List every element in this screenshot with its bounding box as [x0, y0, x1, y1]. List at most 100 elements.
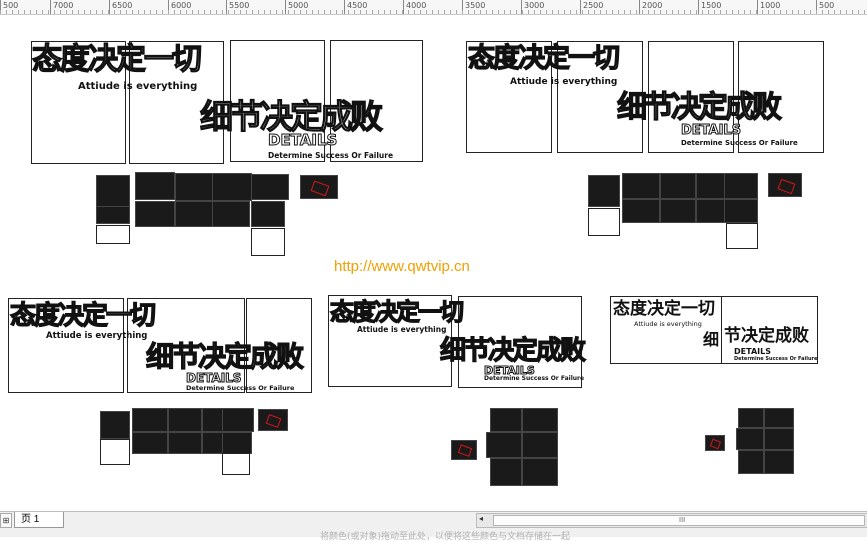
- component-tile[interactable]: [724, 199, 758, 223]
- ruler-minor-tick: [618, 10, 619, 14]
- title-chinese: 态度决定一切: [31, 42, 202, 77]
- ruler-tick-label: 7000: [53, 1, 74, 10]
- ruler-tick-label: 3500: [465, 1, 486, 10]
- drawing-canvas[interactable]: 态度决定一切 Attiude is everything 细节决定成败 DETA…: [0, 15, 867, 511]
- component-tile[interactable]: [258, 409, 288, 431]
- component-tile[interactable]: [222, 453, 250, 475]
- ruler-minor-tick: [438, 10, 439, 14]
- component-tile[interactable]: [736, 428, 764, 450]
- component-tile[interactable]: [132, 408, 168, 432]
- ruler-minor-tick: [156, 10, 157, 14]
- ruler-minor-tick: [342, 10, 343, 14]
- details-subtitle: Determine Success Or Failure: [268, 151, 394, 160]
- ruler-minor-tick: [456, 10, 457, 14]
- ruler-minor-tick: [846, 10, 847, 14]
- ruler-minor-tick: [630, 10, 631, 14]
- component-tile[interactable]: [622, 199, 660, 223]
- ruler-minor-tick: [0, 10, 1, 14]
- component-tile[interactable]: [522, 408, 558, 432]
- ruler-tick-mark: [757, 0, 758, 14]
- component-tile[interactable]: [768, 173, 802, 197]
- component-tile[interactable]: [96, 206, 130, 224]
- ruler-minor-tick: [516, 10, 517, 14]
- page-nav-button[interactable]: ⊞: [0, 513, 12, 528]
- component-tile[interactable]: [724, 173, 758, 199]
- component-tile[interactable]: [251, 228, 285, 256]
- horizontal-scrollbar[interactable]: ◂ III: [476, 513, 867, 528]
- component-tile[interactable]: [132, 432, 168, 454]
- component-tile[interactable]: [212, 173, 252, 201]
- component-tile[interactable]: [490, 458, 522, 486]
- scroll-left-icon[interactable]: ◂: [479, 514, 483, 523]
- ruler-minor-tick: [288, 10, 289, 14]
- component-tile[interactable]: [300, 175, 338, 199]
- ruler-minor-tick: [54, 10, 55, 14]
- component-tile[interactable]: [251, 201, 285, 227]
- ruler-minor-tick: [66, 10, 67, 14]
- component-tile[interactable]: [588, 175, 620, 207]
- ruler-minor-tick: [594, 10, 595, 14]
- component-tile[interactable]: [588, 208, 620, 236]
- ruler-minor-tick: [90, 10, 91, 14]
- component-tile[interactable]: [764, 450, 794, 474]
- component-tile[interactable]: [175, 201, 213, 227]
- component-tile[interactable]: [490, 408, 522, 432]
- component-tile[interactable]: [222, 432, 252, 454]
- component-tile[interactable]: [212, 201, 250, 227]
- component-tile[interactable]: [96, 225, 130, 244]
- ruler-minor-tick: [192, 10, 193, 14]
- ruler-minor-tick: [378, 10, 379, 14]
- details-subtitle: Determine Success Or Failure: [484, 375, 585, 382]
- component-tile[interactable]: [738, 450, 764, 474]
- ruler-minor-tick: [606, 10, 607, 14]
- ruler-minor-tick: [780, 10, 781, 14]
- ruler-minor-tick: [558, 10, 559, 14]
- ruler-tick-label: 6000: [171, 1, 192, 10]
- details-word: DETAILS: [185, 371, 242, 385]
- component-tile[interactable]: [660, 173, 696, 199]
- ruler-minor-tick: [690, 10, 691, 14]
- ruler-minor-tick: [708, 10, 709, 14]
- component-tile[interactable]: [222, 408, 254, 432]
- component-tile[interactable]: [486, 432, 522, 458]
- tab-page-1[interactable]: 页 1: [14, 512, 64, 528]
- component-tile[interactable]: [726, 223, 758, 249]
- component-tile[interactable]: [451, 440, 477, 460]
- horizontal-ruler[interactable]: 500 7000 6500 6000 5500 5000 4500 4000 3500 3000 2…: [0, 0, 867, 15]
- component-tile[interactable]: [135, 201, 175, 227]
- title-chinese: 态度决定一切: [613, 299, 715, 319]
- component-tile[interactable]: [705, 435, 725, 451]
- component-tile[interactable]: [100, 411, 130, 439]
- component-tile[interactable]: [622, 173, 660, 199]
- ruler-minor-tick: [168, 10, 169, 14]
- ruler-minor-tick: [282, 10, 283, 14]
- ruler-minor-tick: [450, 10, 451, 14]
- component-tile[interactable]: [96, 175, 130, 207]
- component-tile[interactable]: [100, 439, 130, 465]
- component-tile[interactable]: [168, 408, 202, 432]
- component-tile[interactable]: [175, 173, 213, 201]
- component-tile[interactable]: [522, 432, 558, 458]
- ruler-minor-tick: [84, 10, 85, 14]
- component-tile[interactable]: [135, 172, 175, 200]
- ruler-minor-tick: [576, 10, 577, 14]
- ruler-minor-tick: [18, 10, 19, 14]
- component-tile[interactable]: [764, 408, 794, 428]
- component-tile[interactable]: [251, 174, 289, 200]
- component-tile[interactable]: [522, 458, 558, 486]
- component-tile[interactable]: [738, 408, 764, 428]
- ruler-minor-tick: [30, 10, 31, 14]
- title-english: Attiude is everything: [78, 81, 198, 92]
- ruler-minor-tick: [162, 10, 163, 14]
- scrollbar-thumb[interactable]: III: [493, 515, 865, 526]
- ruler-minor-tick: [810, 10, 811, 14]
- ruler-minor-tick: [246, 10, 247, 14]
- component-tile[interactable]: [764, 428, 794, 450]
- ruler-minor-tick: [444, 10, 445, 14]
- component-tile[interactable]: [168, 432, 202, 454]
- ruler-minor-tick: [738, 10, 739, 14]
- component-tile[interactable]: [660, 199, 696, 223]
- ruler-tick-mark: [285, 0, 286, 14]
- ruler-minor-tick: [750, 10, 751, 14]
- ruler-minor-tick: [798, 10, 799, 14]
